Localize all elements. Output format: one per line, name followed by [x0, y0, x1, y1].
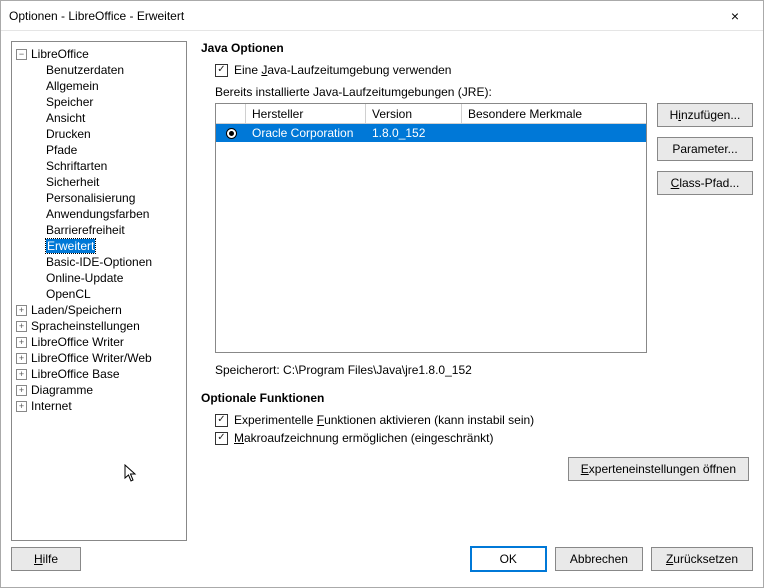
macro-row[interactable]: Makroaufzeichnung ermöglichen (eingeschr… — [215, 431, 753, 445]
tree-item[interactable]: Sicherheit — [14, 174, 184, 190]
window-title: Optionen - LibreOffice - Erweitert — [9, 9, 715, 23]
col-version[interactable]: Version — [366, 104, 462, 123]
tree-group[interactable]: +LibreOffice Writer — [14, 334, 184, 350]
jre-side-buttons: Hinzufügen... Parameter... Class-Pfad... — [657, 103, 753, 353]
expand-icon[interactable]: + — [16, 385, 27, 396]
tree-item[interactable]: OpenCL — [14, 286, 184, 302]
use-jre-checkbox[interactable] — [215, 64, 228, 77]
expand-icon[interactable]: + — [16, 305, 27, 316]
expand-icon[interactable]: + — [16, 353, 27, 364]
tree-item[interactable]: Allgemein — [14, 78, 184, 94]
titlebar: Optionen - LibreOffice - Erweitert × — [1, 1, 763, 31]
experimental-checkbox[interactable] — [215, 414, 228, 427]
col-manufacturer[interactable]: Hersteller — [246, 104, 366, 123]
tree-item[interactable]: Anwendungsfarben — [14, 206, 184, 222]
tree-root-libreoffice[interactable]: − LibreOffice — [14, 46, 184, 62]
tree-item[interactable]: Benutzerdaten — [14, 62, 184, 78]
jre-location: Speicherort: C:\Program Files\Java\jre1.… — [215, 363, 753, 377]
tree-item[interactable]: Basic-IDE-Optionen — [14, 254, 184, 270]
installed-jre-label: Bereits installierte Java-Laufzeitumgebu… — [215, 85, 753, 99]
jre-manufacturer: Oracle Corporation — [246, 126, 366, 140]
tree-group[interactable]: +Laden/Speichern — [14, 302, 184, 318]
expand-icon[interactable]: + — [16, 401, 27, 412]
jre-row-selected[interactable]: Oracle Corporation 1.8.0_152 — [216, 124, 646, 142]
tree-item[interactable]: Schriftarten — [14, 158, 184, 174]
cancel-button[interactable]: Abbrechen — [555, 547, 643, 571]
tree-group[interactable]: +LibreOffice Writer/Web — [14, 350, 184, 366]
dialog-footer: Hilfe OK Abbrechen Zurücksetzen — [1, 541, 763, 587]
col-radio — [216, 104, 246, 123]
classpath-button[interactable]: Class-Pfad... — [657, 171, 753, 195]
expand-icon[interactable]: + — [16, 321, 27, 332]
jre-radio-icon[interactable] — [226, 128, 237, 139]
tree-item[interactable]: Speicher — [14, 94, 184, 110]
tree-item[interactable]: Ansicht — [14, 110, 184, 126]
experimental-row[interactable]: Experimentelle Funktionen aktivieren (ka… — [215, 413, 753, 427]
content-panel: Java Optionen Eine Java-Laufzeitumgebung… — [201, 41, 753, 541]
category-tree[interactable]: − LibreOffice BenutzerdatenAllgemeinSpei… — [11, 41, 187, 541]
ok-button[interactable]: OK — [470, 546, 547, 572]
expand-icon[interactable]: + — [16, 337, 27, 348]
options-dialog: Optionen - LibreOffice - Erweitert × − L… — [0, 0, 764, 588]
expand-icon[interactable]: + — [16, 369, 27, 380]
tree-item[interactable]: Barrierefreiheit — [14, 222, 184, 238]
macro-checkbox[interactable] — [215, 432, 228, 445]
tree-group[interactable]: +Spracheinstellungen — [14, 318, 184, 334]
collapse-icon[interactable]: − — [16, 49, 27, 60]
tree-item[interactable]: Erweitert — [14, 238, 184, 254]
jre-table[interactable]: Hersteller Version Besondere Merkmale Or… — [215, 103, 647, 353]
close-icon[interactable]: × — [715, 8, 755, 24]
expert-settings-button[interactable]: Experteneinstellungen öffnen — [568, 457, 749, 481]
experimental-label: Experimentelle Funktionen aktivieren (ka… — [234, 413, 534, 427]
tree-item[interactable]: Personalisierung — [14, 190, 184, 206]
dialog-body: − LibreOffice BenutzerdatenAllgemeinSpei… — [1, 31, 763, 541]
macro-label: Makroaufzeichnung ermöglichen (eingeschr… — [234, 431, 493, 445]
reset-button[interactable]: Zurücksetzen — [651, 547, 753, 571]
col-features[interactable]: Besondere Merkmale — [462, 104, 646, 123]
tree-item[interactable]: Drucken — [14, 126, 184, 142]
tree-item[interactable]: Pfade — [14, 142, 184, 158]
help-button[interactable]: Hilfe — [11, 547, 81, 571]
use-jre-label: Eine Java-Laufzeitumgebung verwenden — [234, 63, 451, 77]
tree-group[interactable]: +Diagramme — [14, 382, 184, 398]
jre-version: 1.8.0_152 — [366, 126, 462, 140]
jre-table-header: Hersteller Version Besondere Merkmale — [216, 104, 646, 124]
tree-group[interactable]: +LibreOffice Base — [14, 366, 184, 382]
parameters-button[interactable]: Parameter... — [657, 137, 753, 161]
add-jre-button[interactable]: Hinzufügen... — [657, 103, 753, 127]
tree-item[interactable]: Online-Update — [14, 270, 184, 286]
optional-section-title: Optionale Funktionen — [201, 391, 753, 405]
java-section-title: Java Optionen — [201, 41, 753, 55]
use-jre-checkbox-row[interactable]: Eine Java-Laufzeitumgebung verwenden — [215, 63, 753, 77]
tree-group[interactable]: +Internet — [14, 398, 184, 414]
